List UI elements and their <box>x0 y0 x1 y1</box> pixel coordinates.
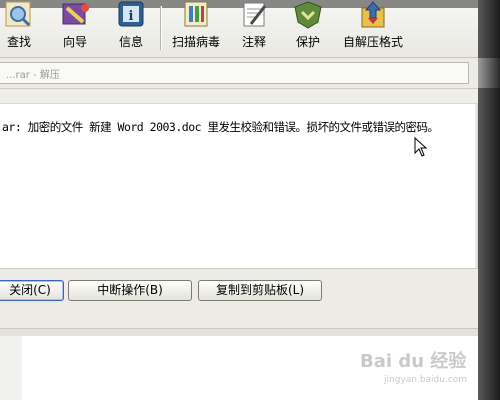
find-icon <box>5 1 31 27</box>
wizard-button[interactable]: 向导 <box>53 0 97 57</box>
protect-icon <box>294 1 322 29</box>
error-message: ar: 加密的文件 新建 Word 2003.doc 里发生校验和错误。损坏的文… <box>2 120 439 134</box>
svg-text:i: i <box>129 9 134 24</box>
protect-button[interactable]: 保护 <box>288 0 328 57</box>
find-label: 查找 <box>6 35 31 49</box>
comment-label: 注释 <box>241 35 266 49</box>
sfx-button[interactable]: 自解压格式 <box>340 0 406 57</box>
info-button[interactable]: i 信息 <box>110 0 152 57</box>
screen-right-edge <box>478 0 500 400</box>
path-field[interactable]: ...rar - 解压 <box>0 62 469 84</box>
toolbar-separator <box>160 6 162 50</box>
watermark-logo: Bai du 经验 <box>360 351 467 372</box>
find-button[interactable]: 查找 <box>0 0 38 57</box>
toolbar: 查找 向导 i 信息 扫描病毒 注释 保护 自解压格式 <box>0 0 500 58</box>
protect-label: 保护 <box>295 35 320 49</box>
wizard-label: 向导 <box>62 35 87 49</box>
mouse-cursor-icon <box>414 137 428 157</box>
address-strip: ...rar - 解压 <box>0 58 500 89</box>
path-text: ...rar - 解压 <box>6 70 60 81</box>
abort-button[interactable]: 中断操作(B) <box>68 280 192 301</box>
virus-scan-label: 扫描病毒 <box>171 35 220 49</box>
left-panel-edge <box>0 336 22 400</box>
message-list[interactable]: ar: 加密的文件 新建 Word 2003.doc 里发生校验和错误。损坏的文… <box>0 104 478 268</box>
wizard-icon <box>62 3 89 25</box>
copy-to-clipboard-button[interactable]: 复制到剪贴板(L) <box>198 280 322 301</box>
sfx-icon <box>361 1 385 28</box>
virus-scan-icon <box>184 1 208 27</box>
comment-button[interactable]: 注释 <box>236 0 272 57</box>
status-bar <box>0 328 478 336</box>
watermark-url: jingyan.baidu.com <box>384 375 468 385</box>
info-label: 信息 <box>118 35 143 49</box>
info-icon: i <box>118 1 144 27</box>
dialog-button-bar: 关闭(C) 中断操作(B) 复制到剪贴板(L) <box>0 268 478 329</box>
virus-scan-button[interactable]: 扫描病毒 <box>170 0 222 57</box>
message-scroll-edge <box>475 104 477 268</box>
watermark: Bai du 经验 jingyan.baidu.com <box>360 343 480 393</box>
header-strip <box>0 89 478 104</box>
screen-glare <box>478 58 500 88</box>
comment-icon <box>243 2 267 27</box>
close-button[interactable]: 关闭(C) <box>0 280 64 301</box>
sfx-label: 自解压格式 <box>342 35 403 49</box>
